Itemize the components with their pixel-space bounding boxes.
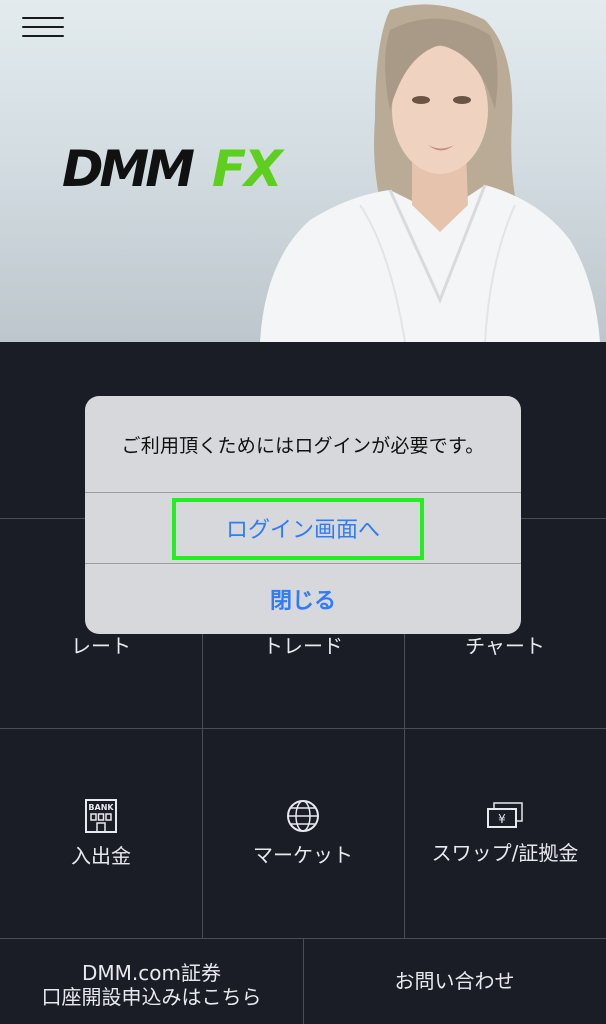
hero-banner: DMM FX bbox=[0, 0, 606, 342]
logo-word-dmm: DMM bbox=[62, 140, 194, 196]
menu-open-account[interactable]: DMM.com証券 口座開設申込みはこちら bbox=[0, 938, 303, 1024]
hamburger-menu-icon[interactable] bbox=[22, 16, 64, 38]
app-screen: DMM FX レート トレード チャート BANK 入出金 マーケット ¥ スワ… bbox=[0, 0, 606, 1024]
contact-label: お問い合わせ bbox=[394, 969, 515, 993]
securities-line2: 口座開設申込みはこちら bbox=[41, 985, 262, 1009]
bank-icon: BANK bbox=[85, 799, 117, 833]
logo-word-fx: FX bbox=[212, 140, 285, 196]
money-icon: ¥ bbox=[487, 802, 523, 828]
menu-deposit-withdraw[interactable]: BANK 入出金 bbox=[0, 728, 202, 938]
svg-text:¥: ¥ bbox=[498, 812, 506, 826]
chart-label: チャート bbox=[465, 634, 545, 658]
menu-contact[interactable]: お問い合わせ bbox=[303, 938, 606, 1024]
close-button[interactable]: 閉じる bbox=[85, 564, 521, 634]
menu-market[interactable]: マーケット bbox=[202, 728, 404, 938]
dmm-fx-logo: DMM FX bbox=[62, 140, 287, 196]
swap-label: スワップ/証拠金 bbox=[431, 841, 579, 865]
rate-label: レート bbox=[71, 634, 131, 658]
svg-text:BANK: BANK bbox=[88, 803, 114, 812]
securities-line1: DMM.com証券 bbox=[82, 961, 221, 985]
deposit-label: 入出金 bbox=[71, 844, 131, 868]
trade-label: トレード bbox=[263, 634, 343, 658]
go-to-login-button[interactable]: ログイン画面へ bbox=[85, 493, 521, 563]
menu-swap-margin[interactable]: ¥ スワップ/証拠金 bbox=[404, 728, 606, 938]
login-required-alert: ご利用頂くためにはログインが必要です。 ログイン画面へ 閉じる bbox=[85, 396, 521, 634]
alert-message: ご利用頂くためにはログインが必要です。 bbox=[121, 434, 485, 457]
market-label: マーケット bbox=[253, 843, 353, 867]
globe-icon bbox=[287, 800, 319, 832]
